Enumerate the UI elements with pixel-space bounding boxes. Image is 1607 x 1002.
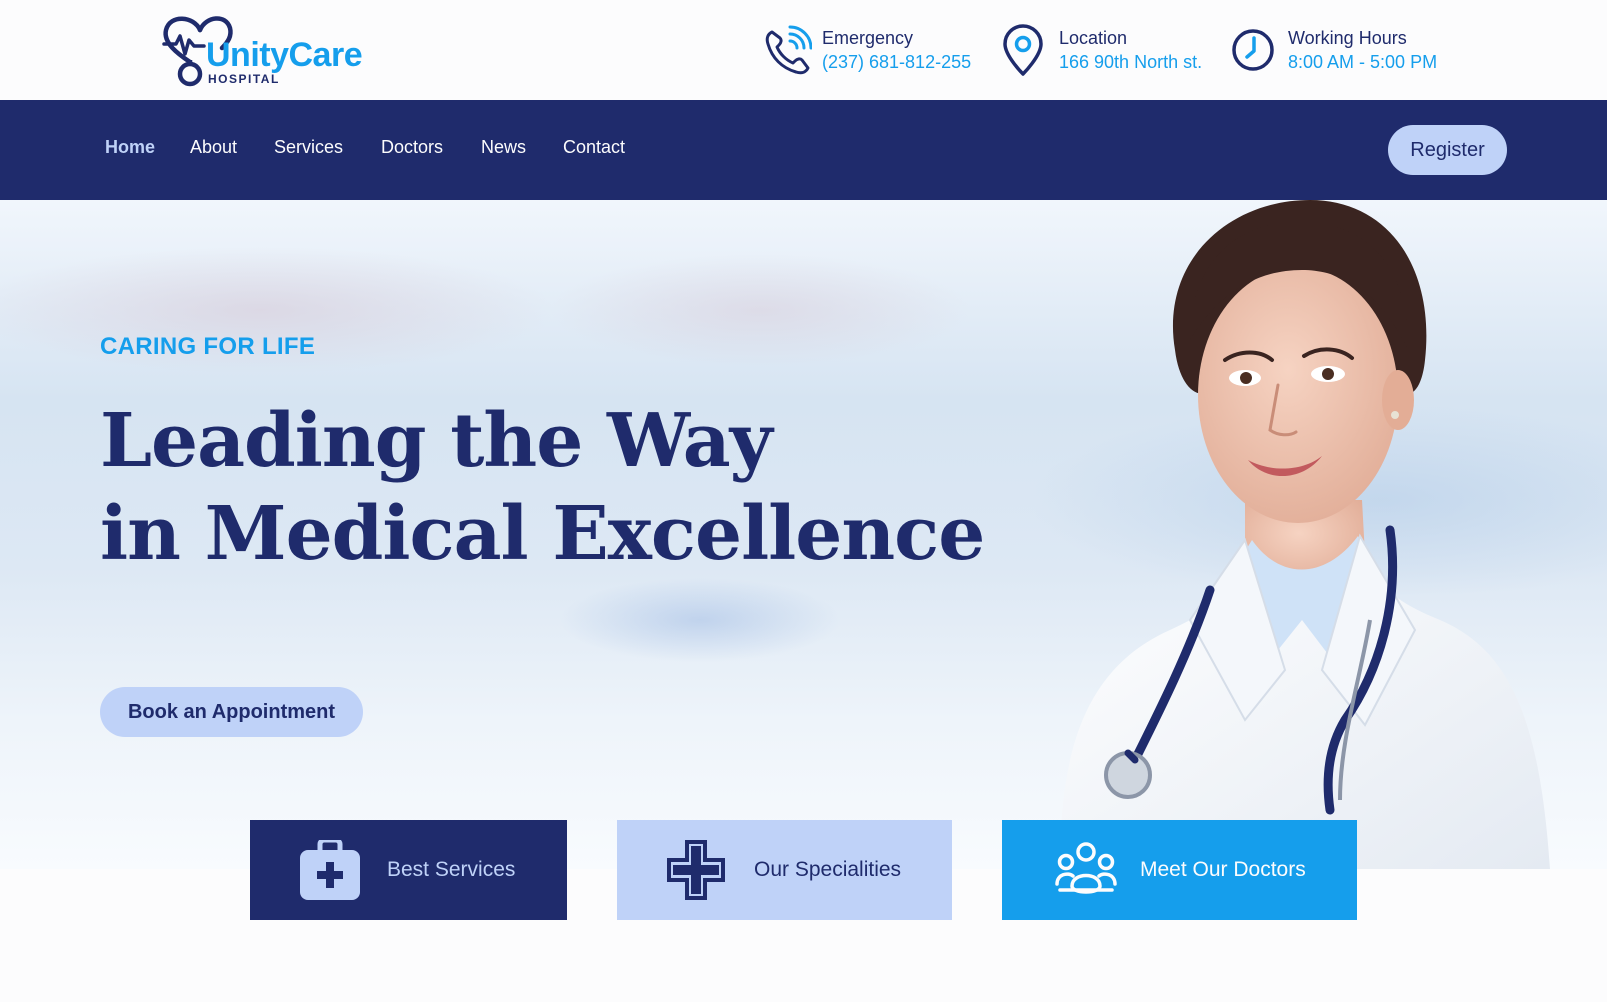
meet-our-doctors-card[interactable]: Meet Our Doctors bbox=[1002, 820, 1357, 920]
main-navigation: Home About Services Doctors News Contact… bbox=[0, 100, 1607, 200]
nav-services[interactable]: Services bbox=[274, 137, 343, 159]
brand-logo[interactable]: UnityCare HOSPITAL bbox=[160, 10, 370, 92]
phone-icon bbox=[765, 25, 812, 75]
location-address[interactable]: 166 90th North st. bbox=[1059, 52, 1202, 74]
our-specialities-card[interactable]: Our Specialities bbox=[617, 820, 952, 920]
nav-home[interactable]: Home bbox=[105, 137, 155, 159]
nav-about[interactable]: About bbox=[190, 137, 237, 159]
our-specialities-label: Our Specialities bbox=[754, 858, 902, 882]
medical-cross-icon bbox=[667, 840, 725, 900]
hero-headline: Leading the Way in Medical Excellence bbox=[100, 395, 985, 581]
nav-contact[interactable]: Contact bbox=[563, 137, 625, 159]
headline-line-1: Leading the Way bbox=[100, 398, 773, 484]
hero-tagline: CARING FOR LIFE bbox=[100, 333, 316, 360]
team-icon bbox=[1055, 842, 1117, 894]
medical-kit-icon bbox=[300, 840, 360, 900]
brand-subtitle: HOSPITAL bbox=[208, 72, 280, 86]
doctor-portrait bbox=[1060, 200, 1550, 869]
working-hours-label: Working Hours bbox=[1288, 28, 1407, 48]
top-info-bar: UnityCare HOSPITAL Emergency (237) 681-8… bbox=[0, 0, 1607, 100]
brand-name: UnityCare bbox=[206, 36, 363, 74]
register-button[interactable]: Register bbox=[1388, 125, 1507, 175]
nav-news[interactable]: News bbox=[481, 137, 526, 159]
nav-doctors[interactable]: Doctors bbox=[381, 137, 443, 159]
emergency-phone[interactable]: (237) 681-812-255 bbox=[822, 52, 971, 74]
headline-line-2: in Medical Excellence bbox=[100, 491, 985, 577]
best-services-card[interactable]: Best Services bbox=[250, 820, 567, 920]
emergency-label: Emergency bbox=[822, 28, 914, 48]
meet-our-doctors-label: Meet Our Doctors bbox=[1140, 858, 1306, 882]
working-hours-value: 8:00 AM - 5:00 PM bbox=[1288, 52, 1438, 72]
clock-icon bbox=[1232, 29, 1274, 71]
location-pin-icon bbox=[1003, 24, 1043, 76]
best-services-label: Best Services bbox=[387, 858, 516, 882]
location-label: Location bbox=[1059, 28, 1128, 48]
book-appointment-button[interactable]: Book an Appointment bbox=[100, 687, 363, 737]
hero-section: CARING FOR LIFE Leading the Way in Medic… bbox=[0, 200, 1607, 869]
